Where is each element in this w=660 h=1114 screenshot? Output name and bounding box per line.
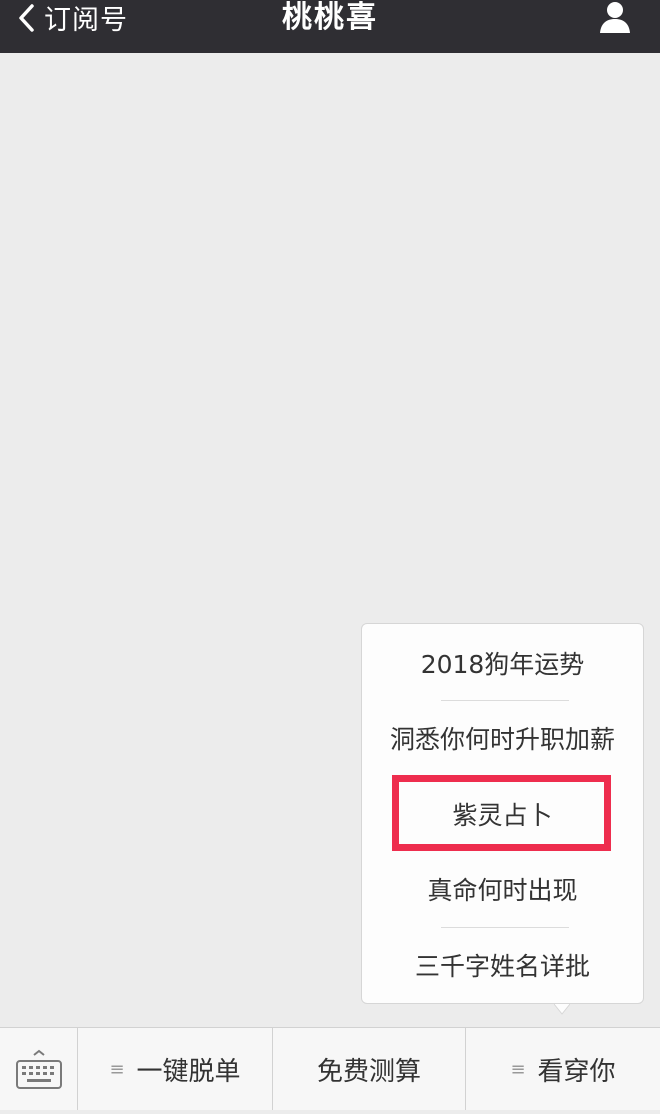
submenu-item-true-love[interactable]: 真命何时出现: [362, 871, 643, 911]
menu-button-one-click-single[interactable]: ≡ 一键脱单: [78, 1028, 273, 1110]
popup-pointer: [554, 1003, 570, 1015]
menu-button-see-through-you[interactable]: ≡ 看穿你: [466, 1028, 660, 1110]
menu-button-free-reading[interactable]: 免费测算: [273, 1028, 466, 1110]
submenu-divider: [441, 927, 569, 928]
keyboard-icon: [16, 1049, 62, 1089]
submenu-item-promotion[interactable]: 洞悉你何时升职加薪: [362, 720, 643, 760]
menu-button-label: 免费测算: [316, 1056, 421, 1087]
highlight-annotation-box: [392, 775, 611, 851]
submenu-divider: [441, 700, 569, 701]
menu-button-label: 一键脱单: [136, 1056, 241, 1087]
submenu-lines-icon: ≡: [109, 1058, 125, 1080]
bottom-menu-bar: ≡ 一键脱单 免费测算 ≡ 看穿你: [0, 1027, 660, 1110]
nav-bar: 订阅号 桃桃喜: [0, 0, 660, 53]
submenu-lines-icon: ≡: [510, 1058, 526, 1080]
profile-icon[interactable]: [598, 0, 632, 34]
menu-button-label: 看穿你: [537, 1056, 616, 1087]
page-title: 桃桃喜: [282, 0, 378, 35]
submenu-item-dog-year-fortune[interactable]: 2018狗年运势: [362, 645, 643, 685]
submenu-item-name-analysis[interactable]: 三千字姓名详批: [362, 947, 643, 987]
keyboard-toggle-button[interactable]: [0, 1028, 78, 1110]
